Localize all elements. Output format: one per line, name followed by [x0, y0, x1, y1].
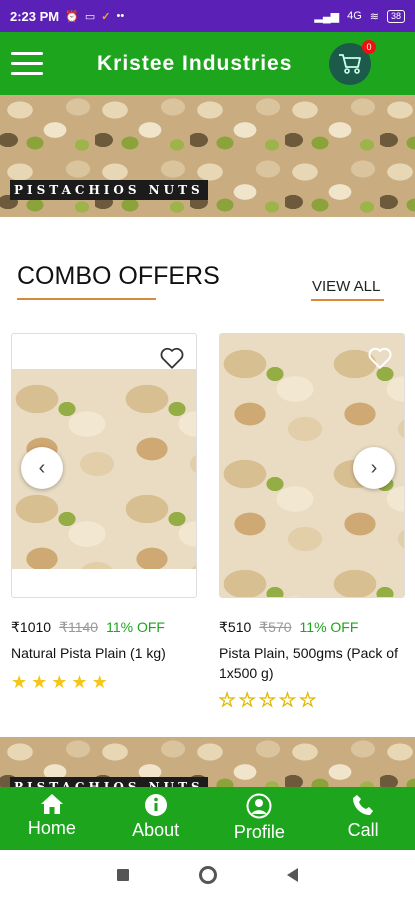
price: ₹510 — [219, 619, 252, 635]
bottom-nav: Home About Profile Call — [0, 787, 415, 850]
discount-label: 11% OFF — [299, 619, 359, 635]
alarm-icon: ⏰ — [65, 10, 79, 23]
star-empty-icon: ★ — [259, 690, 276, 710]
more-icon: •• — [116, 10, 125, 22]
rating-stars: ★ ★ ★ ★ ★ — [218, 690, 316, 710]
star-filled-icon: ★ — [11, 672, 28, 692]
banner-image[interactable]: PISTACHIOS NUTS — [0, 737, 415, 787]
star-empty-icon: ★ — [299, 690, 316, 710]
star-filled-icon: ★ — [71, 672, 88, 692]
old-price: ₹570 — [259, 619, 292, 635]
chevron-left-icon: ‹ — [38, 456, 46, 479]
carousel-next-button[interactable]: › — [353, 447, 395, 489]
recents-icon[interactable] — [117, 869, 129, 881]
status-time: 2:23 PM — [10, 8, 60, 24]
app-title: Kristee Industries — [97, 52, 293, 75]
system-nav-bar — [0, 850, 415, 900]
discount-label: 11% OFF — [106, 619, 165, 635]
nav-call[interactable]: Call — [311, 787, 415, 850]
cart-icon — [339, 54, 361, 74]
nav-home-label: Home — [27, 818, 76, 838]
heart-icon[interactable] — [159, 345, 185, 371]
profile-icon — [246, 793, 272, 819]
home-circle-icon[interactable] — [199, 866, 217, 884]
product-name[interactable]: Pista Plain, 500gms (Pack of 1x500 g) — [219, 643, 405, 683]
price-row: ₹1010 ₹1140 11% OFF — [11, 619, 165, 636]
view-all-underline — [311, 299, 384, 301]
heart-icon[interactable] — [367, 345, 393, 371]
back-icon[interactable] — [287, 868, 298, 882]
nav-about[interactable]: About — [104, 787, 208, 850]
nav-about-label: About — [132, 820, 180, 840]
old-price: ₹1140 — [59, 619, 99, 635]
screen-icon: ▭ — [84, 10, 96, 23]
star-filled-icon: ★ — [51, 672, 68, 692]
star-empty-icon: ★ — [218, 690, 236, 710]
info-icon — [144, 794, 167, 816]
cart-button[interactable]: 0 — [329, 40, 376, 85]
chevron-right-icon: › — [370, 456, 378, 479]
battery-icon: 38 — [386, 9, 405, 23]
cart-count-badge: 0 — [362, 40, 376, 54]
home-icon — [40, 794, 63, 814]
star-filled-icon: ★ — [31, 672, 48, 692]
nav-profile[interactable]: Profile — [208, 787, 312, 850]
rating-stars: ★ ★ ★ ★ ★ — [11, 673, 108, 691]
notification-icons: ⏰ ▭ ✓ •• — [65, 10, 124, 23]
wifi-icon: ≋ — [369, 10, 379, 23]
app-bar: Kristee Industries 0 — [0, 32, 415, 95]
signal-icon: ▂▄▆ — [314, 10, 340, 23]
section-title: COMBO OFFERS — [17, 262, 220, 290]
status-bar: 2:23 PM ⏰ ▭ ✓ •• ▂▄▆ 4G ≋ 38 — [0, 0, 415, 32]
star-empty-icon: ★ — [239, 690, 256, 710]
view-all-link[interactable]: VIEW ALL — [312, 278, 380, 295]
title-underline — [17, 298, 156, 300]
menu-icon[interactable] — [11, 52, 43, 76]
price-row: ₹510 ₹570 11% OFF — [219, 619, 358, 636]
nav-profile-label: Profile — [233, 822, 285, 842]
check-icon: ✓ — [101, 10, 111, 23]
network-label: 4G — [347, 10, 362, 22]
price: ₹1010 — [11, 619, 52, 635]
phone-icon — [353, 795, 374, 815]
product-name[interactable]: Natural Pista Plain (1 kg) — [11, 643, 197, 663]
star-empty-icon: ★ — [279, 690, 296, 710]
nav-call-label: Call — [347, 820, 379, 840]
carousel-prev-button[interactable]: ‹ — [21, 447, 63, 489]
banner-label: PISTACHIOS NUTS — [10, 777, 208, 787]
banner-label: PISTACHIOS NUTS — [10, 180, 208, 200]
star-filled-icon: ★ — [91, 672, 108, 692]
nav-home[interactable]: Home — [0, 787, 104, 850]
banner-image[interactable]: PISTACHIOS NUTS — [0, 95, 415, 217]
